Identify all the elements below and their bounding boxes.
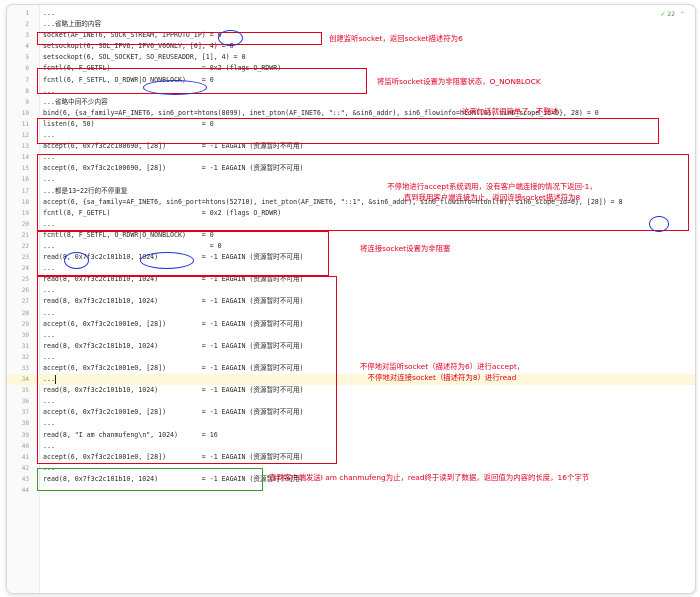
line-number: 33 — [21, 365, 29, 372]
line-text: ... — [43, 9, 55, 17]
line-number: 21 — [21, 231, 29, 239]
line-number: 6 — [25, 65, 29, 73]
line-number: 32 — [21, 353, 29, 361]
line-number: 11 — [21, 120, 29, 128]
line-number: 25 — [21, 276, 29, 284]
bind-listen-box — [37, 118, 659, 144]
nonblock-oval — [143, 80, 207, 95]
line-number: 30 — [21, 331, 29, 339]
line-number: 1 — [25, 10, 29, 17]
line-number: 9 — [25, 98, 29, 106]
line-number: 34 — [21, 376, 29, 384]
annotation-accept-loop: 不停地进行accept系统调用，没有客户端连接的情况下返回-1， 直到我用客户端… — [367, 181, 617, 203]
line-number: 43 — [21, 475, 29, 483]
read-accept-loop-box — [37, 276, 337, 464]
line-number: 26 — [21, 287, 29, 295]
line-number: 13 — [21, 143, 29, 151]
line-number: 37 — [21, 409, 29, 417]
accept-fd-oval — [649, 216, 669, 232]
line-number: 42 — [21, 464, 29, 472]
code-line[interactable]: 5 setsockopt(6, SOL_SOCKET, SO_REUSEADDR,… — [7, 52, 695, 63]
line-number: 28 — [21, 309, 29, 317]
code-line[interactable]: 9 ...省略中间不少内容 — [7, 97, 695, 108]
line-number: 35 — [21, 387, 29, 395]
socket-fd-oval — [218, 30, 243, 46]
line-text: ...省略中间不少内容 — [43, 97, 108, 106]
line-number: 12 — [21, 132, 29, 140]
line-number: 3 — [25, 32, 29, 40]
line-number: 18 — [21, 198, 29, 206]
socket-line-box — [37, 32, 322, 45]
line-number: 44 — [21, 487, 29, 495]
line-number: 27 — [21, 298, 29, 306]
line-number: 2 — [25, 21, 29, 29]
code-line[interactable]: 2 ...省略上面的内容 — [7, 19, 695, 30]
line-number: 29 — [21, 320, 29, 328]
annotation-accept-line2: 直到我用客户端连接为止，返回连接socket描述符为8 — [403, 193, 581, 202]
line-number: 40 — [21, 442, 29, 450]
line-number: 8 — [25, 87, 29, 95]
line-number: 15 — [21, 165, 29, 173]
line-text: setsockopt(6, SOL_SOCKET, SO_REUSEADDR, … — [43, 53, 246, 62]
line-number: 19 — [21, 209, 29, 217]
line-number: 20 — [21, 220, 29, 228]
editor-window: ✓ 22 ⌃ 1... 2 ...省略上面的内容 3 socket(AF_INET6, … — [6, 4, 696, 594]
line-number: 38 — [21, 420, 29, 428]
annotation-conn-nonblock: 将连接socket设置为非阻塞 — [360, 244, 451, 253]
line-number: 17 — [21, 187, 29, 195]
annotation-read-line2: 不停地对连接socket（描述符为8）进行read — [367, 373, 517, 382]
line-number: 10 — [21, 109, 29, 117]
annotation-bind-listen: 这两句话就很简单了，不赘述 — [462, 107, 559, 116]
annotation-accept-line1: 不停地进行accept系统调用，没有客户端连接的情况下返回-1， — [387, 182, 597, 191]
line-number: 16 — [21, 176, 29, 184]
line-number: 36 — [21, 398, 29, 406]
annotation-read-loop: 不停地对监听socket（描述符为6）进行accept， 不停地对连接socke… — [347, 361, 537, 383]
line-number: 5 — [25, 54, 29, 62]
conn-nonblock-oval — [140, 252, 194, 269]
conn-fd-oval — [64, 252, 89, 269]
code-line[interactable]: 1... — [7, 8, 695, 19]
annotation-read-line1: 不停地对监听socket（描述符为6）进行accept， — [359, 362, 525, 371]
line-number: 22 — [21, 242, 29, 250]
line-number: 23 — [21, 254, 29, 262]
read-success-box — [37, 468, 263, 491]
line-number: 39 — [21, 431, 29, 439]
line-number: 31 — [21, 342, 29, 350]
line-number: 7 — [25, 76, 29, 84]
line-number: 14 — [21, 154, 29, 162]
line-text: ...省略上面的内容 — [43, 20, 102, 29]
line-number: 24 — [21, 265, 29, 273]
annotation-create-socket: 创建监听socket，返回socket描述符为6 — [329, 34, 463, 43]
line-number: 41 — [21, 453, 29, 461]
annotation-set-nonblock: 将监听socket设置为非阻塞状态，O_NONBLOCK — [377, 77, 541, 86]
line-number: 4 — [25, 43, 29, 51]
annotation-read-success: 直到客户端发送I am chanmufeng为止，read终于读到了数据，返回值… — [269, 473, 590, 482]
